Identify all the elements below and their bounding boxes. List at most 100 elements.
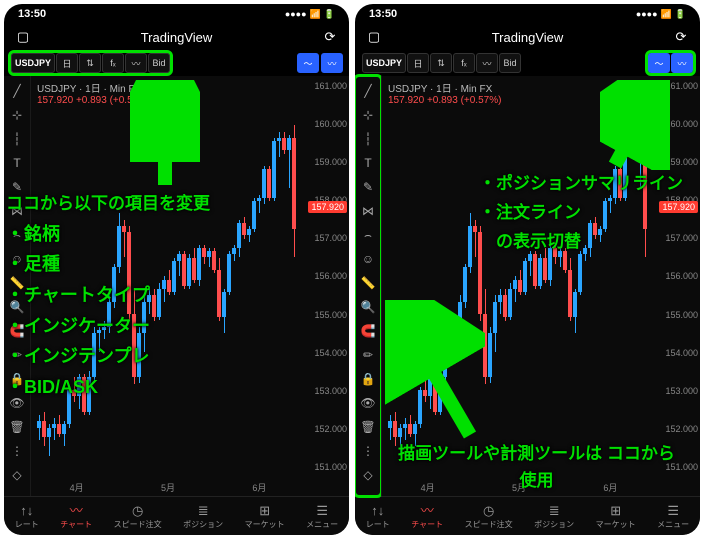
chart-canvas[interactable]: USDJPY · 1日 · Min FX 157.920 +0.893 (+0.… <box>30 76 349 496</box>
tab-icon: 〰 <box>70 504 83 517</box>
draw-tool-16[interactable]: ◇ <box>359 466 377 484</box>
wifi-icon: 📶 <box>310 9 321 20</box>
drawing-toolbar: ╱ ⊹ ┆ T ✎ ⋈ ⌢ ☺ 📏 🔍 🧲 ✏ 🔒 👁 🗑 ⋮ ◇ <box>4 76 30 496</box>
symbol-button[interactable]: USDJPY <box>11 53 55 73</box>
draw-tool-11[interactable]: ✏ <box>359 346 377 364</box>
tab-icon: ≣ <box>549 504 560 517</box>
draw-tool-6[interactable]: ⌢ <box>359 226 377 244</box>
x-axis: 4月5月6月 <box>31 481 305 494</box>
status-bar: 13:50 ●●●● 📶 🔋 <box>4 4 349 24</box>
draw-tool-5[interactable]: ⋈ <box>8 202 26 220</box>
tab-label: ポジション <box>534 519 574 530</box>
signal-icon: ●●●● <box>636 9 658 19</box>
draw-tool-9[interactable]: 🔍 <box>8 298 26 316</box>
draw-tool-11[interactable]: ✏ <box>8 346 26 364</box>
draw-tool-13[interactable]: 👁 <box>359 394 377 412</box>
draw-tool-5[interactable]: ⋈ <box>359 202 377 220</box>
y-tick: 151.000 <box>665 463 698 472</box>
draw-tool-15[interactable]: ⋮ <box>359 442 377 460</box>
tab-label: スピード注文 <box>465 519 513 530</box>
draw-tool-8[interactable]: 📏 <box>8 274 26 292</box>
y-tick: 161.000 <box>665 82 698 91</box>
symbol-button[interactable]: USDJPY <box>362 53 406 73</box>
tab-チャート[interactable]: 〰チャート <box>60 504 92 530</box>
refresh-icon[interactable]: ⟳ <box>321 28 339 46</box>
candles <box>388 100 652 478</box>
draw-tool-10[interactable]: 🧲 <box>8 322 26 340</box>
draw-tool-14[interactable]: 🗑 <box>8 418 26 436</box>
draw-tool-1[interactable]: ⊹ <box>359 106 377 124</box>
app-header: ▢ TradingView ⟳ <box>4 24 349 50</box>
draw-tool-2[interactable]: ┆ <box>359 130 377 148</box>
tab-メニュー[interactable]: ☰メニュー <box>657 504 689 530</box>
y-tick: 159.000 <box>665 158 698 167</box>
app-header: ▢ TradingView ⟳ <box>355 24 700 50</box>
order-line-toggle[interactable]: 〰 <box>671 53 693 73</box>
position-line-toggle[interactable]: 〜 <box>648 53 670 73</box>
battery-icon: 🔋 <box>675 9 686 20</box>
tab-icon: ↑↓ <box>20 504 33 517</box>
indicator-template-button[interactable]: 〰 <box>125 53 147 73</box>
draw-tool-13[interactable]: 👁 <box>8 394 26 412</box>
indicator-template-button[interactable]: 〰 <box>476 53 498 73</box>
y-tick: 156.000 <box>314 272 347 281</box>
chart-toolbar: USDJPY 日 ⇅ fₓ 〰 Bid 〜 〰 <box>4 50 349 76</box>
draw-tool-0[interactable]: ╱ <box>359 82 377 100</box>
tab-label: メニュー <box>306 519 338 530</box>
phone-right: 13:50 ●●●● 📶 🔋 ▢ TradingView ⟳ USDJPY 日 … <box>355 4 700 535</box>
tab-ポジション[interactable]: ≣ ポジション <box>534 504 574 530</box>
draw-tool-3[interactable]: T <box>8 154 26 172</box>
position-line-toggle[interactable]: 〜 <box>297 53 319 73</box>
tab-icon: ☰ <box>667 504 679 517</box>
last-price-tag: 157.920 <box>659 201 698 213</box>
draw-tool-7[interactable]: ☺ <box>359 250 377 268</box>
indicator-fx-button[interactable]: fₓ <box>453 53 475 73</box>
indicator-fx-button[interactable]: fₓ <box>102 53 124 73</box>
y-tick: 154.000 <box>665 349 698 358</box>
draw-tool-10[interactable]: 🧲 <box>359 322 377 340</box>
layout-icon[interactable]: ▢ <box>14 28 32 46</box>
bid-ask-button[interactable]: Bid <box>148 53 170 73</box>
status-bar: 13:50 ●●●● 📶 🔋 <box>355 4 700 24</box>
chart-type-button[interactable]: ⇅ <box>79 53 101 73</box>
tab-スピード注文[interactable]: ◷スピード注文 <box>465 504 513 530</box>
order-line-toggle[interactable]: 〰 <box>321 53 343 73</box>
chart-canvas[interactable]: USDJPY · 1日 · Min FX 157.920 +0.893 (+0.… <box>381 76 700 496</box>
chart-type-button[interactable]: ⇅ <box>430 53 452 73</box>
refresh-icon[interactable]: ⟳ <box>672 28 690 46</box>
draw-tool-7[interactable]: ☺ <box>8 250 26 268</box>
tab-label: ポジション <box>183 519 223 530</box>
candles <box>37 100 301 478</box>
draw-tool-0[interactable]: ╱ <box>8 82 26 100</box>
tab-マーケット[interactable]: ⊞マーケット <box>596 504 636 530</box>
draw-tool-12[interactable]: 🔒 <box>8 370 26 388</box>
layout-icon[interactable]: ▢ <box>365 28 383 46</box>
draw-tool-15[interactable]: ⋮ <box>8 442 26 460</box>
tab-チャート[interactable]: 〰チャート <box>411 504 443 530</box>
draw-tool-9[interactable]: 🔍 <box>359 298 377 316</box>
tab-マーケット[interactable]: ⊞マーケット <box>245 504 285 530</box>
timeframe-button[interactable]: 日 <box>56 53 78 73</box>
tab-メニュー[interactable]: ☰メニュー <box>306 504 338 530</box>
tab-label: マーケット <box>596 519 636 530</box>
draw-tool-8[interactable]: 📏 <box>359 274 377 292</box>
draw-tool-2[interactable]: ┆ <box>8 130 26 148</box>
draw-tool-1[interactable]: ⊹ <box>8 106 26 124</box>
draw-tool-12[interactable]: 🔒 <box>359 370 377 388</box>
x-tick: 5月 <box>512 481 526 494</box>
symbol-text: USDJPY · 1日 · Min FX <box>388 84 492 95</box>
bid-ask-button[interactable]: Bid <box>499 53 521 73</box>
app-title: TradingView <box>32 30 321 45</box>
tab-レート[interactable]: ↑↓レート <box>15 504 39 530</box>
timeframe-button[interactable]: 日 <box>407 53 429 73</box>
draw-tool-3[interactable]: T <box>359 154 377 172</box>
tab-レート[interactable]: ↑↓レート <box>366 504 390 530</box>
tab-スピード注文[interactable]: ◷スピード注文 <box>114 504 162 530</box>
tab-ポジション[interactable]: ≣ポジション <box>183 504 223 530</box>
x-tick: 6月 <box>252 481 266 494</box>
draw-tool-4[interactable]: ✎ <box>359 178 377 196</box>
draw-tool-16[interactable]: ◇ <box>8 466 26 484</box>
draw-tool-14[interactable]: 🗑 <box>359 418 377 436</box>
draw-tool-4[interactable]: ✎ <box>8 178 26 196</box>
draw-tool-6[interactable]: ⌢ <box>8 226 26 244</box>
